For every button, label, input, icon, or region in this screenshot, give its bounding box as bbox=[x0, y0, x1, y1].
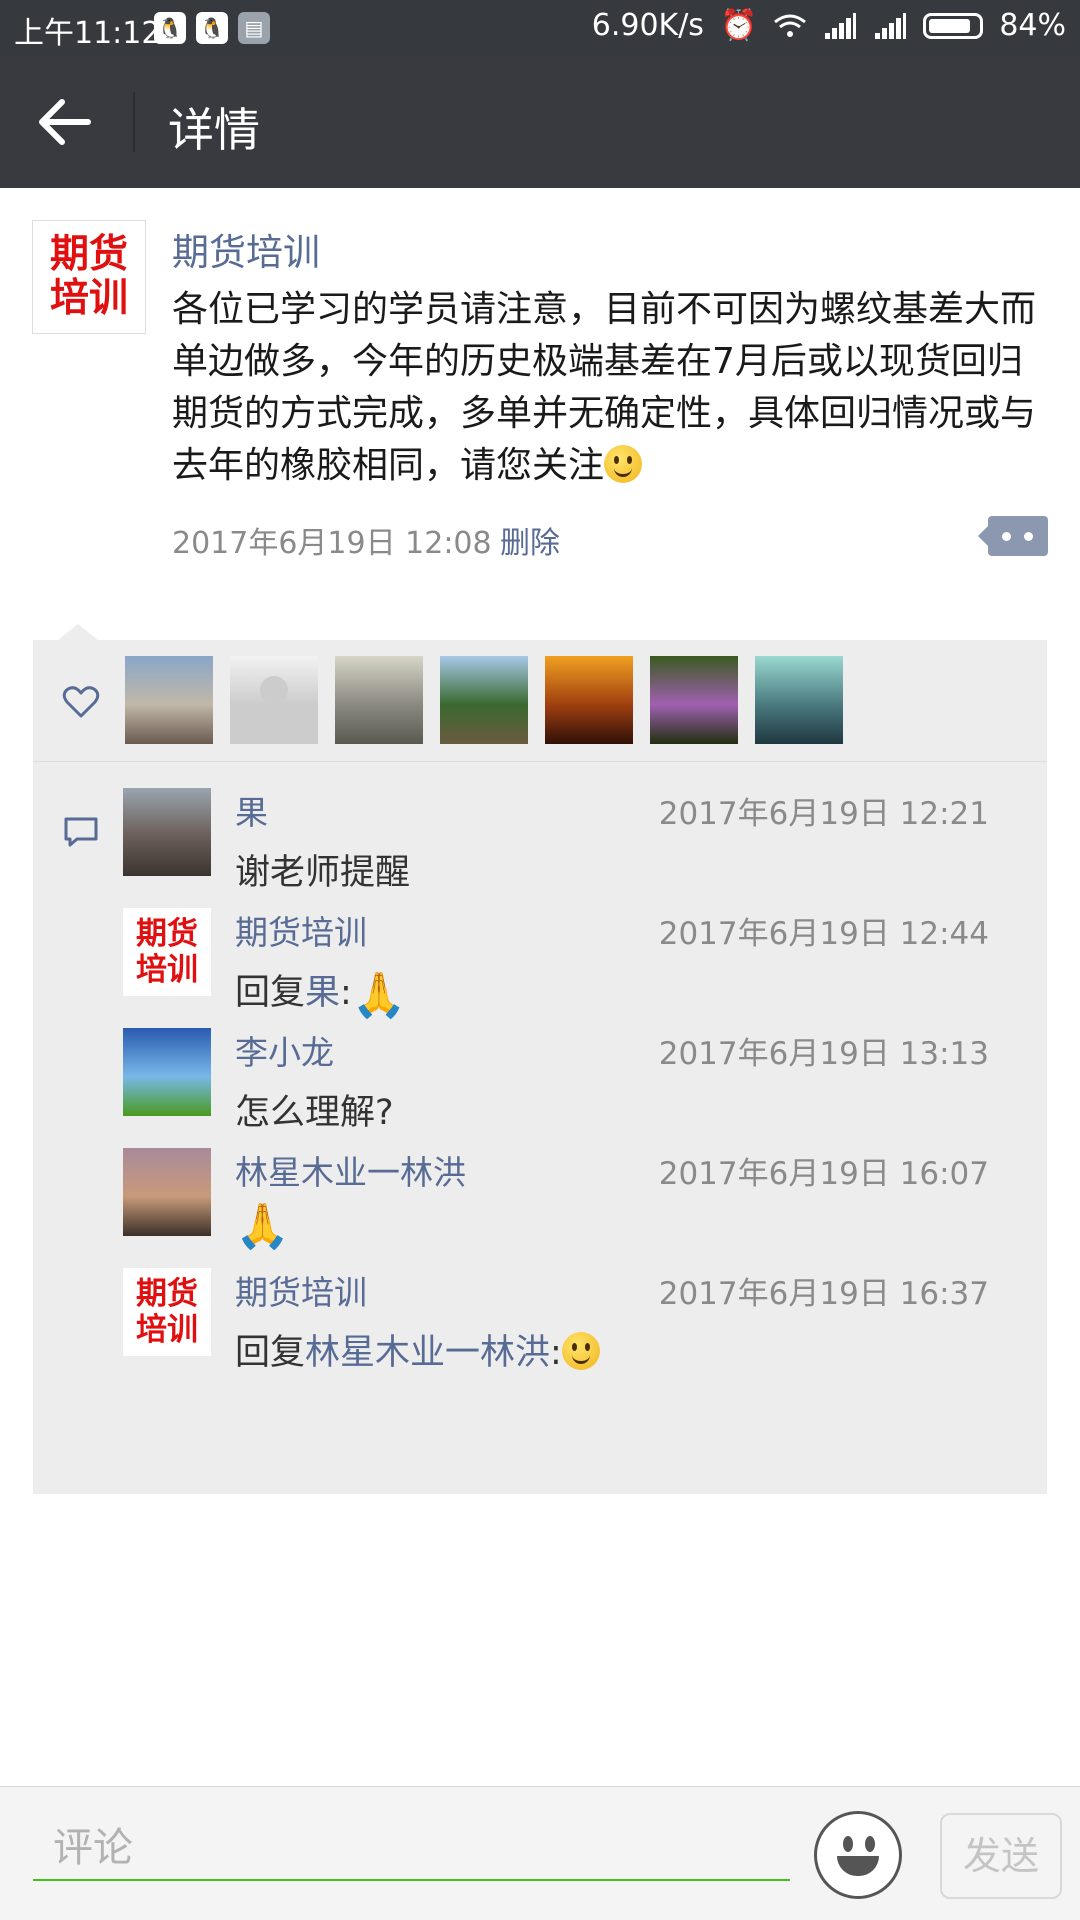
like-avatar-default[interactable] bbox=[230, 656, 318, 744]
like-avatar-statue[interactable] bbox=[125, 656, 213, 744]
commenter-name[interactable]: 林星木业一林洪 bbox=[235, 1146, 466, 1194]
emoji-face-icon[interactable] bbox=[814, 1811, 902, 1899]
network-speed: 6.90K/s bbox=[591, 8, 704, 43]
status-bar: 上午11:12 🐧 🐧 ▤ 6.90K/s ⏰ 84% bbox=[0, 0, 1080, 56]
note-icon: ▤ bbox=[238, 12, 270, 44]
heart-icon bbox=[62, 686, 100, 718]
send-button[interactable]: 发送 bbox=[940, 1813, 1062, 1899]
comment-time: 2017年6月19日 13:13 bbox=[658, 1036, 989, 1072]
title-bar: 详情 bbox=[0, 56, 1080, 188]
battery-percent: 84% bbox=[999, 8, 1066, 43]
comment-time: 2017年6月19日 16:07 bbox=[658, 1156, 989, 1192]
avatar-logo-line: 培训 bbox=[136, 1312, 198, 1348]
comments-panel: 果 2017年6月19日 12:21 谢老师提醒 期货 培训 期货培训 2017… bbox=[33, 762, 1047, 1494]
poster-name[interactable]: 期货培训 bbox=[172, 222, 320, 276]
wifi-icon bbox=[774, 14, 807, 37]
comment-item[interactable]: 期货 培训 期货培训 2017年6月19日 16:37 回复林星木业一林洪: bbox=[33, 1242, 1047, 1382]
post-text: 各位已学习的学员请注意，目前不可因为螺纹基差大而单边做多，今年的历史极端基差在7… bbox=[172, 284, 1052, 492]
commenter-avatar[interactable] bbox=[123, 1148, 211, 1236]
poster-avatar[interactable]: 期货 培训 bbox=[32, 220, 146, 334]
commenter-name[interactable]: 果 bbox=[235, 786, 268, 834]
alarm-icon: ⏰ bbox=[719, 8, 758, 43]
comment-time: 2017年6月19日 12:44 bbox=[658, 916, 989, 952]
comment-time: 2017年6月19日 12:21 bbox=[658, 796, 989, 832]
comment-input[interactable] bbox=[33, 1817, 790, 1881]
post-body: 各位已学习的学员请注意，目前不可因为螺纹基差大而单边做多，今年的历史极端基差在7… bbox=[172, 289, 1037, 486]
avatar-logo-line: 期货 bbox=[136, 916, 198, 952]
commenter-avatar[interactable] bbox=[123, 788, 211, 876]
page-title: 详情 bbox=[168, 103, 260, 157]
commenter-name[interactable]: 期货培训 bbox=[235, 906, 367, 954]
comment-item[interactable]: 果 2017年6月19日 12:21 谢老师提醒 bbox=[33, 762, 1047, 902]
like-avatar-flowers[interactable] bbox=[650, 656, 738, 744]
avatar-logo-line: 培训 bbox=[136, 952, 198, 988]
signal-icon bbox=[873, 12, 907, 39]
back-arrow-icon[interactable] bbox=[28, 84, 106, 160]
commenter-avatar[interactable] bbox=[123, 1028, 211, 1116]
status-time: 上午11:12 bbox=[14, 16, 161, 51]
comment-text: 回复林星木业一林洪: bbox=[235, 1324, 600, 1375]
comment-item[interactable]: 李小龙 2017年6月19日 13:13 怎么理解? bbox=[33, 1002, 1047, 1142]
avatar-logo-line: 期货 bbox=[49, 232, 128, 277]
reply-prefix: 回复 bbox=[235, 1333, 306, 1373]
like-avatar-painting[interactable] bbox=[335, 656, 423, 744]
delete-button[interactable]: 删除 bbox=[500, 518, 560, 562]
reply-target[interactable]: 林星木业一林洪 bbox=[305, 1333, 550, 1373]
like-avatar-garden[interactable] bbox=[440, 656, 528, 744]
qq-icon: 🐧 bbox=[154, 12, 186, 44]
commenter-avatar[interactable]: 期货 培训 bbox=[123, 1268, 211, 1356]
avatar-logo-line: 期货 bbox=[136, 1276, 198, 1312]
comment-item[interactable]: 期货 培训 期货培训 2017年6月19日 12:44 回复果:🙏 bbox=[33, 882, 1047, 1022]
reply-colon: : bbox=[550, 1333, 562, 1373]
likes-panel bbox=[33, 640, 1047, 762]
more-dots-icon[interactable] bbox=[978, 516, 1048, 556]
comment-item[interactable]: 林星木业一林洪 2017年6月19日 16:07 🙏 bbox=[33, 1122, 1047, 1262]
smile-emoji bbox=[604, 445, 643, 483]
avatar-logo-line: 培训 bbox=[49, 276, 128, 321]
commenter-avatar[interactable]: 期货 培训 bbox=[123, 908, 211, 996]
like-avatar-sunset[interactable] bbox=[545, 656, 633, 744]
panel-arrow bbox=[58, 624, 98, 640]
comment-input-bar: 发送 bbox=[0, 1786, 1080, 1920]
qq-icon: 🐧 bbox=[196, 12, 228, 44]
signal-icon bbox=[823, 12, 857, 39]
smile-emoji bbox=[561, 1332, 600, 1370]
title-divider bbox=[133, 92, 135, 152]
commenter-name[interactable]: 李小龙 bbox=[235, 1026, 334, 1074]
comment-time: 2017年6月19日 16:37 bbox=[658, 1276, 989, 1312]
like-avatar-portrait[interactable] bbox=[755, 656, 843, 744]
commenter-name[interactable]: 期货培训 bbox=[235, 1266, 367, 1314]
post-timestamp: 2017年6月19日 12:08 bbox=[172, 526, 492, 561]
battery-icon bbox=[923, 12, 984, 39]
